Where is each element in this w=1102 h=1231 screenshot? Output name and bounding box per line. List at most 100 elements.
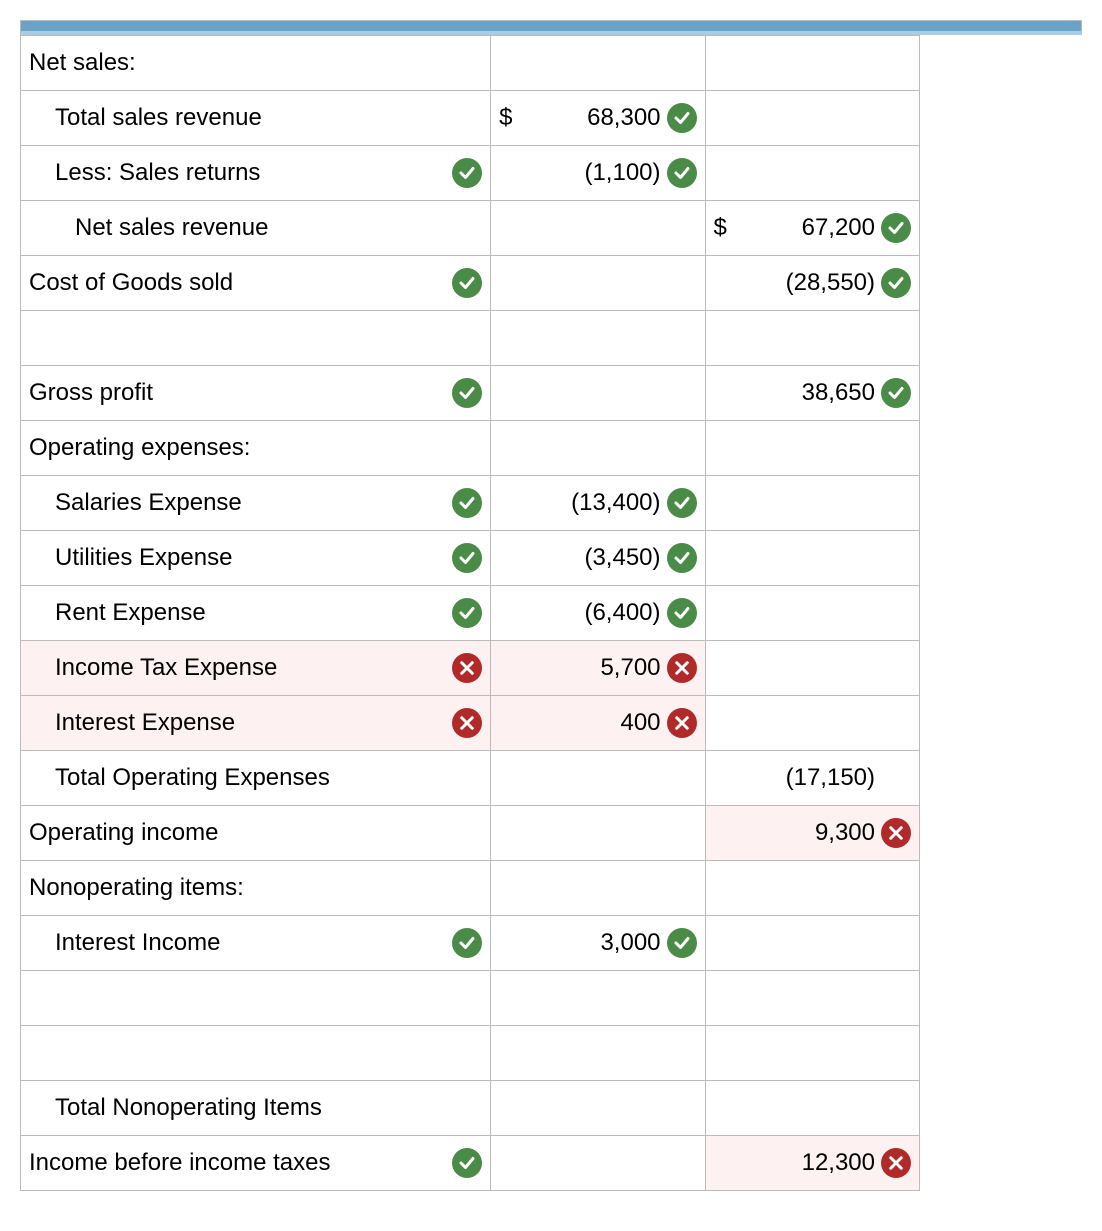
row-label: Net sales:: [29, 49, 136, 77]
value-cell-col3: [705, 476, 919, 531]
value-cell-col2: (1,100): [491, 146, 705, 201]
row-label: Total sales revenue: [29, 104, 262, 132]
value-cell-col2: [491, 201, 705, 256]
value-cell-col3: 9,300: [705, 806, 919, 861]
value-cell-col2: [491, 311, 705, 366]
label-cell: Total sales revenue: [21, 91, 491, 146]
label-cell: Income before income taxes: [21, 1136, 491, 1191]
value-cell-col2: [491, 751, 705, 806]
value-cell-col3: [705, 531, 919, 586]
currency-symbol: $: [714, 214, 732, 242]
value-cell-col3: [705, 971, 919, 1026]
value: 67,200: [732, 214, 881, 242]
label-cell: Total Nonoperating Items: [21, 1081, 491, 1136]
value: 5,700: [517, 654, 666, 682]
checkmark-icon: [452, 158, 482, 188]
value-cell-col3: [705, 421, 919, 476]
row-label: Utilities Expense: [29, 544, 232, 572]
table-row: Salaries Expense (13,400): [21, 476, 920, 531]
checkmark-icon: [452, 378, 482, 408]
checkmark-icon: [881, 378, 911, 408]
checkmark-icon: [667, 488, 697, 518]
table-row: Operating income 9,300: [21, 806, 920, 861]
row-label: Gross profit: [29, 379, 153, 407]
cross-icon: [881, 818, 911, 848]
cross-icon: [667, 653, 697, 683]
label-cell: Net sales:: [21, 36, 491, 91]
value: (3,450): [517, 544, 666, 572]
value-cell-col3: [705, 916, 919, 971]
row-label: Interest Income: [29, 929, 220, 957]
value-cell-col2: (13,400): [491, 476, 705, 531]
label-cell: Gross profit: [21, 366, 491, 421]
table-row: Total sales revenue $68,300: [21, 91, 920, 146]
value-cell-col2: 400: [491, 696, 705, 751]
value: 38,650: [732, 379, 881, 407]
value-cell-col2: [491, 421, 705, 476]
label-cell: Operating income: [21, 806, 491, 861]
table-row: Net sales:: [21, 36, 920, 91]
table-row: Rent Expense (6,400): [21, 586, 920, 641]
table-row: Income Tax Expense5,700: [21, 641, 920, 696]
value-cell-col2: [491, 256, 705, 311]
value: 68,300: [517, 104, 666, 132]
table-row: [21, 1026, 920, 1081]
row-label: Salaries Expense: [29, 489, 242, 517]
label-cell: [21, 971, 491, 1026]
label-cell: Nonoperating items:: [21, 861, 491, 916]
value-cell-col3: $67,200: [705, 201, 919, 256]
checkmark-icon: [452, 598, 482, 628]
value-cell-col3: (28,550): [705, 256, 919, 311]
value-cell-col3: [705, 586, 919, 641]
table-row: Total Operating Expenses(17,150): [21, 751, 920, 806]
cross-icon: [881, 1148, 911, 1178]
value-cell-col3: [705, 91, 919, 146]
value-cell-col3: [705, 1026, 919, 1081]
table-row: Nonoperating items:: [21, 861, 920, 916]
label-cell: Rent Expense: [21, 586, 491, 641]
table-row: Income before income taxes 12,300: [21, 1136, 920, 1191]
value: 12,300: [732, 1149, 881, 1177]
value-cell-col2: $68,300: [491, 91, 705, 146]
table-row: Cost of Goods sold (28,550): [21, 256, 920, 311]
checkmark-icon: [667, 103, 697, 133]
label-cell: Interest Expense: [21, 696, 491, 751]
table-row: [21, 311, 920, 366]
table-row: Less: Sales returns (1,100): [21, 146, 920, 201]
row-label: Interest Expense: [29, 709, 235, 737]
label-cell: Salaries Expense: [21, 476, 491, 531]
checkmark-icon: [667, 158, 697, 188]
checkmark-icon: [881, 213, 911, 243]
value-cell-col2: 3,000: [491, 916, 705, 971]
value-cell-col3: (17,150): [705, 751, 919, 806]
value-cell-col2: [491, 1026, 705, 1081]
value: (6,400): [517, 599, 666, 627]
label-cell: Utilities Expense: [21, 531, 491, 586]
value-cell-col2: [491, 806, 705, 861]
checkmark-icon: [667, 928, 697, 958]
value: (17,150): [732, 764, 881, 792]
value-cell-col3: [705, 146, 919, 201]
checkmark-icon: [667, 598, 697, 628]
row-label: Income before income taxes: [29, 1149, 331, 1177]
table-header-bar: [20, 20, 1082, 35]
row-label: Cost of Goods sold: [29, 269, 233, 297]
value: 3,000: [517, 929, 666, 957]
label-cell: Cost of Goods sold: [21, 256, 491, 311]
value-cell-col3: [705, 696, 919, 751]
value: (1,100): [517, 159, 666, 187]
row-label: Less: Sales returns: [29, 159, 260, 187]
checkmark-icon: [452, 268, 482, 298]
row-label: Total Nonoperating Items: [29, 1094, 322, 1122]
table-row: Interest Income 3,000: [21, 916, 920, 971]
value-cell-col3: [705, 861, 919, 916]
value-cell-col3: [705, 641, 919, 696]
checkmark-icon: [452, 1148, 482, 1178]
value-cell-col2: (3,450): [491, 531, 705, 586]
checkmark-icon: [667, 543, 697, 573]
label-cell: [21, 311, 491, 366]
cross-icon: [667, 708, 697, 738]
value-cell-col3: [705, 36, 919, 91]
value-cell-col2: [491, 861, 705, 916]
table-row: Utilities Expense (3,450): [21, 531, 920, 586]
